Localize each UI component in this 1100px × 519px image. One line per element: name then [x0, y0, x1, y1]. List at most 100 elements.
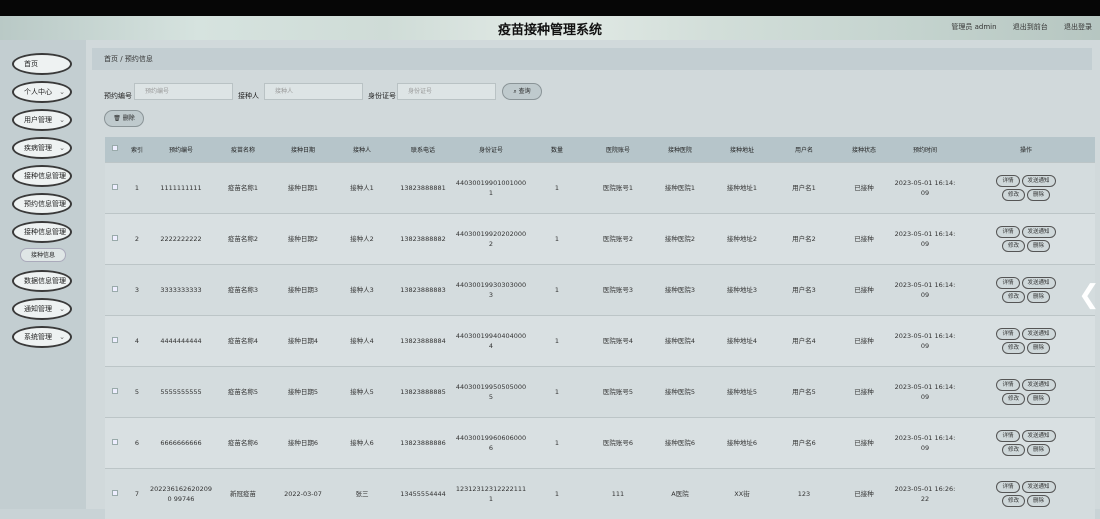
- sidebar-subitem[interactable]: 接种信息: [20, 248, 66, 262]
- notify-button[interactable]: 发送通知: [1021, 429, 1056, 442]
- delete-button[interactable]: 删除: [1027, 392, 1051, 405]
- appointment-no-input[interactable]: 预约编号: [134, 83, 233, 100]
- column-header[interactable]: 医院账号: [587, 137, 649, 162]
- table-cell: 6: [125, 416, 149, 468]
- exit-to-front-link[interactable]: 退出到前台: [1013, 23, 1048, 31]
- delete-button[interactable]: 删除: [1027, 239, 1051, 252]
- column-header[interactable]: 联系电话: [391, 137, 455, 162]
- person-input[interactable]: 接种人: [264, 83, 363, 100]
- search-button-label: 查询: [518, 88, 531, 95]
- row-checkbox[interactable]: [105, 314, 125, 366]
- column-header[interactable]: 身份证号: [455, 137, 527, 162]
- sidebar-item-data[interactable]: 数据信息管理 ⌄: [12, 270, 72, 292]
- sidebar-item-appointment[interactable]: 预约信息管理 ⌄: [12, 193, 72, 215]
- detail-button[interactable]: 详情: [996, 327, 1020, 340]
- delete-button[interactable]: 删除: [1027, 494, 1051, 507]
- table-cell: 接种日期6: [273, 416, 333, 468]
- notify-button[interactable]: 发送通知: [1021, 480, 1056, 493]
- table-cell: 已接种: [835, 161, 893, 213]
- table-cell: 1: [527, 365, 587, 417]
- table-cell: 13823888884: [391, 314, 455, 366]
- edit-button[interactable]: 修改: [1001, 188, 1025, 201]
- delete-button[interactable]: 删除: [1027, 443, 1051, 456]
- table-cell: 接种人5: [333, 365, 391, 417]
- delete-button[interactable]: 删除: [1027, 188, 1051, 201]
- edit-button[interactable]: 修改: [1001, 290, 1025, 303]
- table-cell: 接种日期2: [273, 212, 333, 264]
- column-header[interactable]: 接种医院: [649, 137, 711, 162]
- table-cell: 用户名1: [773, 161, 835, 213]
- table-cell: 3: [125, 263, 149, 315]
- row-actions: 详情 发送通知 修改 删除: [957, 212, 1095, 264]
- table-cell: 接种日期4: [273, 314, 333, 366]
- table-cell: 疫苗名称3: [213, 263, 273, 315]
- sidebar-item-system[interactable]: 系统管理 ⌄: [12, 326, 72, 348]
- table-cell: 接种人4: [333, 314, 391, 366]
- notify-button[interactable]: 发送通知: [1021, 174, 1056, 187]
- detail-button[interactable]: 详情: [996, 480, 1020, 493]
- sidebar-item-users[interactable]: 用户管理 ⌄: [12, 109, 72, 131]
- row-checkbox[interactable]: [105, 416, 125, 468]
- column-header[interactable]: 接种状态: [835, 137, 893, 162]
- notify-button[interactable]: 发送通知: [1021, 327, 1056, 340]
- table-cell: 用户名6: [773, 416, 835, 468]
- sidebar-item-disease[interactable]: 疾病管理 ⌄: [12, 137, 72, 159]
- delete-button[interactable]: 删除: [1027, 290, 1051, 303]
- table-cell: 已接种: [835, 263, 893, 315]
- column-header[interactable]: 预约时间: [893, 137, 957, 162]
- row-checkbox[interactable]: [105, 263, 125, 315]
- column-header[interactable]: 接种地址: [711, 137, 773, 162]
- table-cell: 医院账号2: [587, 212, 649, 264]
- row-checkbox[interactable]: [105, 365, 125, 417]
- delete-button[interactable]: 删除: [1027, 341, 1051, 354]
- table-cell: 2: [125, 212, 149, 264]
- detail-button[interactable]: 详情: [996, 429, 1020, 442]
- sidebar-item-profile[interactable]: 个人中心 ⌄: [12, 81, 72, 103]
- table-cell: 440300199303030003: [455, 263, 527, 315]
- table-cell: 3333333333: [149, 263, 213, 315]
- table-cell: 1: [527, 161, 587, 213]
- sidebar-item-vaccination[interactable]: 接种信息管理 ⌄: [12, 165, 72, 187]
- edit-button[interactable]: 修改: [1001, 341, 1025, 354]
- edit-button[interactable]: 修改: [1001, 392, 1025, 405]
- column-header[interactable]: 用户名: [773, 137, 835, 162]
- breadcrumb-separator: /: [120, 55, 123, 63]
- row-actions: 详情 发送通知 修改 删除: [957, 467, 1095, 519]
- column-header[interactable]: 预约编号: [149, 137, 213, 162]
- column-header[interactable]: 接种日期: [273, 137, 333, 162]
- edit-button[interactable]: 修改: [1001, 494, 1025, 507]
- logout-link[interactable]: 退出登录: [1064, 23, 1092, 31]
- row-checkbox[interactable]: [105, 212, 125, 264]
- search-label-appointment-no: 预约编号: [104, 92, 132, 100]
- notify-button[interactable]: 发送通知: [1021, 378, 1056, 391]
- sidebar-item-home[interactable]: 首页: [12, 53, 72, 75]
- chevron-right-icon[interactable]: ❮: [1078, 280, 1100, 310]
- breadcrumb-home[interactable]: 首页: [104, 55, 118, 63]
- table-cell: 接种日期3: [273, 263, 333, 315]
- notify-button[interactable]: 发送通知: [1021, 276, 1056, 289]
- table-row: 5 5555555555 疫苗名称5 接种日期5 接种人5 13823888885 4403…: [105, 365, 1095, 417]
- row-checkbox[interactable]: [105, 467, 125, 519]
- id-number-input[interactable]: 身份证号: [397, 83, 496, 100]
- edit-button[interactable]: 修改: [1001, 239, 1025, 252]
- row-actions: 详情 发送通知 修改 删除: [957, 416, 1095, 468]
- column-header[interactable]: 数量: [527, 137, 587, 162]
- table-cell: 2023-05-01 16:14:09: [893, 161, 957, 213]
- select-all-checkbox[interactable]: [105, 137, 125, 162]
- column-header[interactable]: 索引: [125, 137, 149, 162]
- table-cell: 接种医院3: [649, 263, 711, 315]
- notify-button[interactable]: 发送通知: [1021, 225, 1056, 238]
- search-button[interactable]: ⌕ 查询: [502, 83, 542, 100]
- detail-button[interactable]: 详情: [996, 174, 1020, 187]
- app-header: 疫苗接种管理系统 管理员 admin 退出到前台 退出登录: [0, 16, 1100, 40]
- sidebar-item-vaccination-info[interactable]: 接种信息管理 ⌄: [12, 221, 72, 243]
- column-header[interactable]: 接种人: [333, 137, 391, 162]
- detail-button[interactable]: 详情: [996, 378, 1020, 391]
- batch-delete-button[interactable]: 🗑 删除: [104, 110, 144, 127]
- column-header[interactable]: 疫苗名称: [213, 137, 273, 162]
- sidebar-item-notice[interactable]: 通知管理 ⌄: [12, 298, 72, 320]
- edit-button[interactable]: 修改: [1001, 443, 1025, 456]
- row-checkbox[interactable]: [105, 161, 125, 213]
- detail-button[interactable]: 详情: [996, 225, 1020, 238]
- detail-button[interactable]: 详情: [996, 276, 1020, 289]
